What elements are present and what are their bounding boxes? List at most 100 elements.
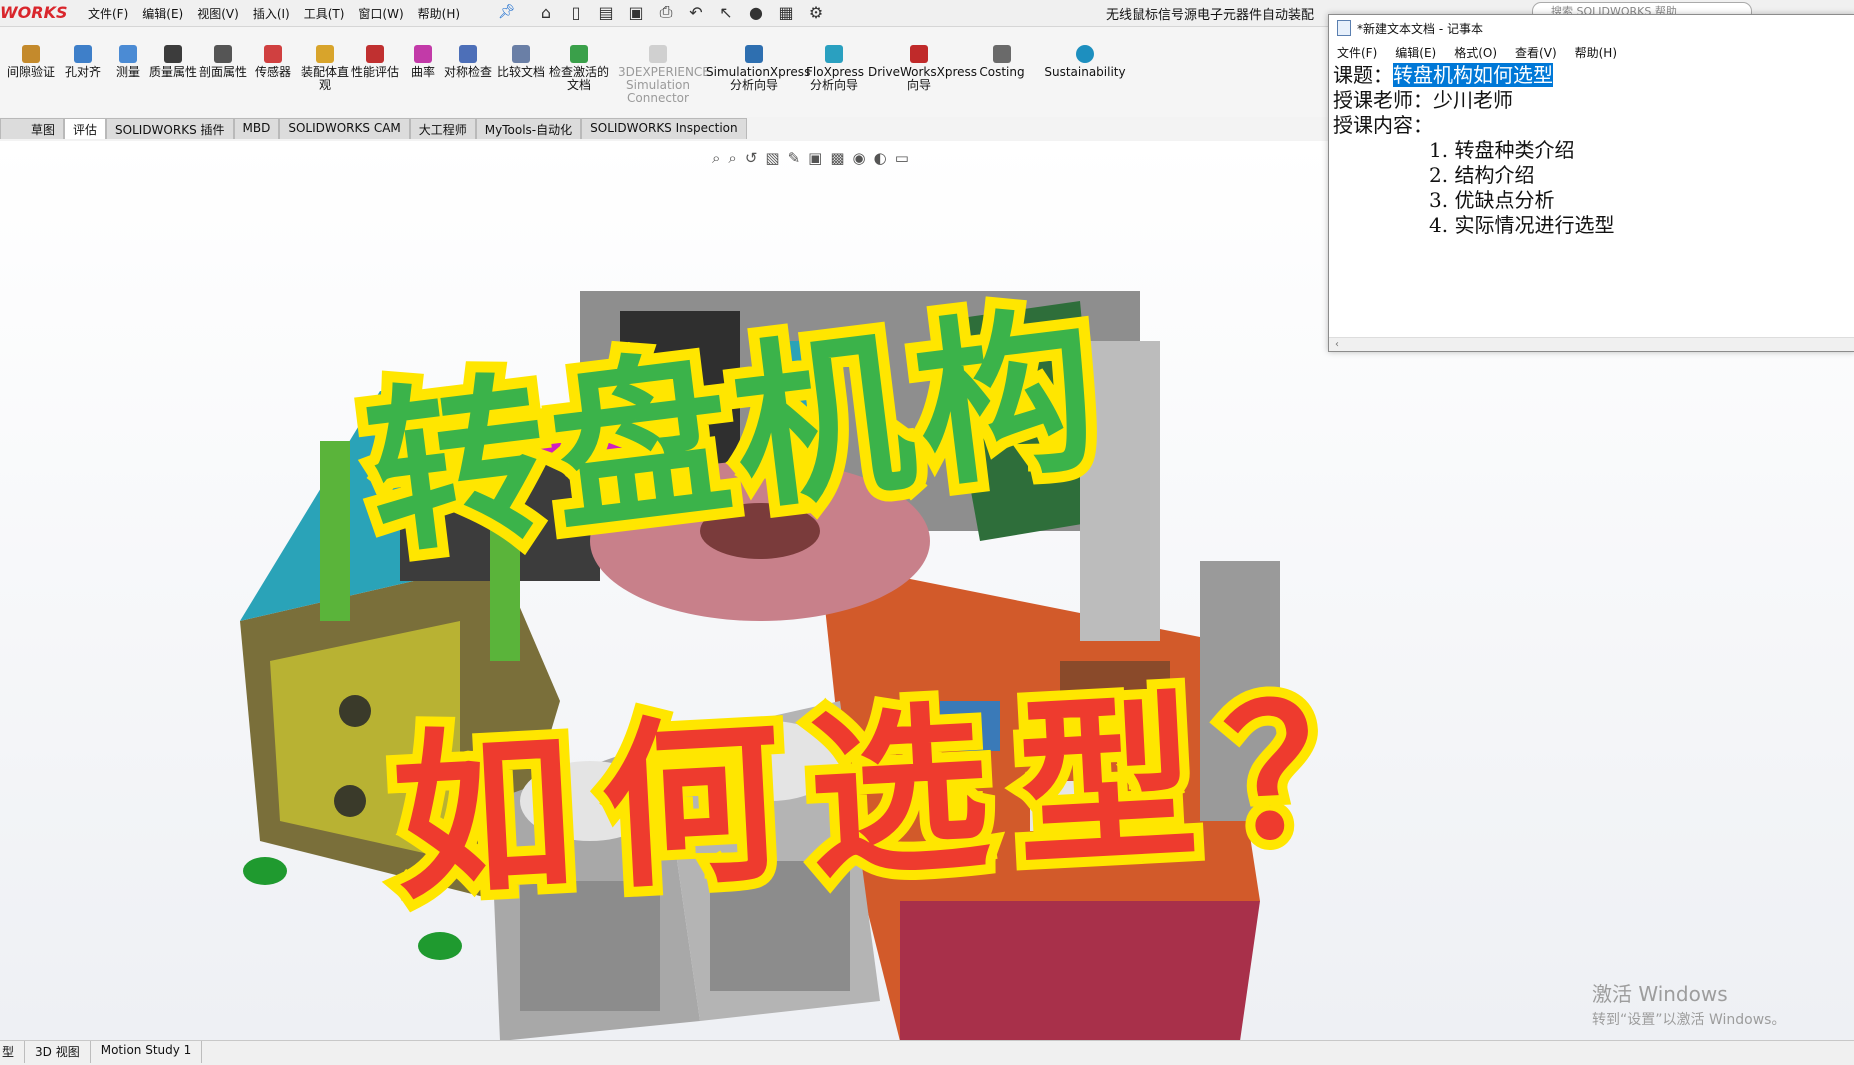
watermark-title: 激活 Windows [1592,982,1728,1006]
traffic-light-icon[interactable]: ● [745,3,767,22]
print-icon[interactable]: ⎙ [655,2,677,22]
mass-properties-button[interactable]: 质量属性 [148,45,198,79]
notepad-menu-help[interactable]: 帮助(H) [1575,44,1617,61]
select-cursor-icon[interactable]: ↖ [715,3,737,22]
notepad-menu-view[interactable]: 查看(V) [1515,44,1557,61]
pin-icon[interactable]: 📌︎ [498,4,516,20]
ribbon-label: 质量属性 [148,65,197,79]
curvature-button[interactable]: 曲率 [398,45,448,79]
horizontal-scrollbar[interactable]: ‹ [1329,337,1854,351]
notepad-icon [1337,20,1351,36]
menu-insert[interactable]: 插入(I) [253,5,290,22]
sensor-icon [264,45,282,63]
measure-button[interactable]: 测量 [103,45,153,79]
interference-check-button[interactable]: 间隙验证 [6,45,56,79]
topic-line: 课题：转盘机构如何选型 [1333,63,1854,88]
ribbon-label: 测量 [115,65,140,79]
ribbon-label: FloXpress 分析向导 [806,65,864,92]
costing-icon [993,45,1011,63]
tab-solidworks-addins[interactable]: SOLIDWORKS 插件 [106,118,234,139]
floxpress-icon [825,45,843,63]
tab-solidworks-cam[interactable]: SOLIDWORKS CAM [279,118,410,139]
tab-mytools[interactable]: MyTools-自动化 [475,118,582,139]
compare-documents-icon [512,45,530,63]
check-active-document-button[interactable]: 检查激活的文档 [548,45,610,92]
main-menu: 文件(F) 编辑(E) 视图(V) 插入(I) 工具(T) 窗口(W) 帮助(H… [88,5,460,22]
topic-value-selected[interactable]: 转盘机构如何选型 [1393,63,1553,87]
symmetry-check-icon [459,45,477,63]
tab-evaluate[interactable]: 评估 [64,118,107,139]
bottom-tab-bar: 型 3D 视图 Motion Study 1 [0,1040,1854,1065]
options-gear-icon[interactable]: ⚙ [805,3,827,22]
sustainability-button[interactable]: Sustainability [1044,45,1126,79]
ribbon-label: 检查激活的文档 [548,65,609,92]
command-manager-tabs: 草图 评估 SOLIDWORKS 插件 MBD SOLIDWORKS CAM 大… [0,118,747,140]
ribbon-label: 间隙验证 [6,65,55,79]
open-folder-icon[interactable]: ▤ [595,3,617,22]
simulationxpress-button[interactable]: SimulationXpress 分析向导 [706,45,810,92]
ribbon-label: DriveWorksXpress 向导 [868,65,978,92]
notepad-menu-format[interactable]: 格式(O) [1454,44,1497,61]
quick-access-toolbar: ⌂ ▯ ▤ ▣ ⎙ ↶ ↖ ● ▦ ⚙ [535,2,827,22]
compare-documents-button[interactable]: 比较文档 [496,45,546,79]
content-list: 1. 转盘种类介绍 2. 结构介绍 3. 优缺点分析 4. 实际情况进行选型 [1333,138,1854,238]
notepad-window[interactable]: *新建文本文档 - 记事本 文件(F) 编辑(E) 格式(O) 查看(V) 帮助… [1328,14,1854,352]
menu-view[interactable]: 视图(V) [197,5,239,22]
menu-help[interactable]: 帮助(H) [418,5,460,22]
notepad-menu-file[interactable]: 文件(F) [1337,44,1377,61]
teacher-value: 少川老师 [1433,88,1513,112]
save-icon[interactable]: ▣ [625,3,647,22]
floxpress-button[interactable]: FloXpress 分析向导 [806,45,864,92]
menu-edit[interactable]: 编辑(E) [142,5,183,22]
tab-mbd[interactable]: MBD [233,118,280,139]
simulationxpress-icon [745,45,763,63]
measure-icon [119,45,137,63]
home-icon[interactable]: ⌂ [535,3,557,22]
menu-window[interactable]: 窗口(W) [358,5,403,22]
tab-sketch[interactable]: 草图 [0,118,65,139]
3dexperience-connector-button[interactable]: 3DEXPERIENCE Simulation Connector [618,45,710,105]
symmetry-check-button[interactable]: 对称检查 [443,45,493,79]
topic-label: 课题： [1333,63,1393,87]
hole-alignment-button[interactable]: 孔对齐 [58,45,108,79]
ribbon-label: 3DEXPERIENCE Simulation Connector [618,65,710,105]
driveworksxpress-button[interactable]: DriveWorksXpress 向导 [868,45,977,92]
list-item: 3. 优缺点分析 [1429,188,1555,212]
notepad-title: *新建文本文档 - 记事本 [1357,21,1483,36]
teacher-line: 授课老师：少川老师 [1333,88,1854,113]
tab-3d-view[interactable]: 3D 视图 [25,1041,91,1063]
menu-file[interactable]: 文件(F) [88,5,128,22]
clearance-check-icon [22,45,40,63]
undo-icon[interactable]: ↶ [685,3,707,22]
sensor-button[interactable]: 传感器 [248,45,298,79]
document-title: 无线鼠标信号源电子元器件自动装配 [1106,8,1315,23]
assembly-visualization-icon [316,45,334,63]
hole-alignment-icon [74,45,92,63]
ribbon-label: 装配体直观 [300,65,349,92]
ribbon-label: 剖面属性 [198,65,247,79]
ribbon-label: Costing [979,65,1025,79]
tab-big-engineer[interactable]: 大工程师 [409,118,476,139]
notepad-menu-edit[interactable]: 编辑(E) [1395,44,1436,61]
ribbon-label: 曲率 [410,65,435,79]
costing-button[interactable]: Costing [972,45,1032,79]
mass-properties-icon [164,45,182,63]
overlay-title-line2: 如何选型？ [378,652,1448,935]
notepad-text-area[interactable]: 课题：转盘机构如何选型 授课老师：少川老师 授课内容： 1. 转盘种类介绍 2.… [1329,63,1854,238]
menu-tools[interactable]: 工具(T) [304,5,345,22]
simulation-connector-icon [649,45,667,63]
tab-motion-study[interactable]: Motion Study 1 [91,1041,203,1063]
tab-solidworks-inspection[interactable]: SOLIDWORKS Inspection [581,118,747,139]
ribbon-label: 比较文档 [496,65,545,79]
assembly-visualization-button[interactable]: 装配体直观 [300,45,350,92]
file-properties-icon[interactable]: ▦ [775,3,797,22]
ribbon-label: SimulationXpress 分析向导 [706,65,811,92]
notepad-title-bar[interactable]: *新建文本文档 - 记事本 [1329,15,1854,41]
new-document-icon[interactable]: ▯ [565,3,587,22]
ribbon-label: Sustainability [1044,65,1126,79]
ribbon-label: 孔对齐 [64,65,101,79]
tab-model[interactable]: 型 [0,1041,26,1063]
performance-evaluation-button[interactable]: 性能评估 [350,45,400,79]
section-properties-button[interactable]: 剖面属性 [198,45,248,79]
driveworksxpress-icon [910,45,928,63]
